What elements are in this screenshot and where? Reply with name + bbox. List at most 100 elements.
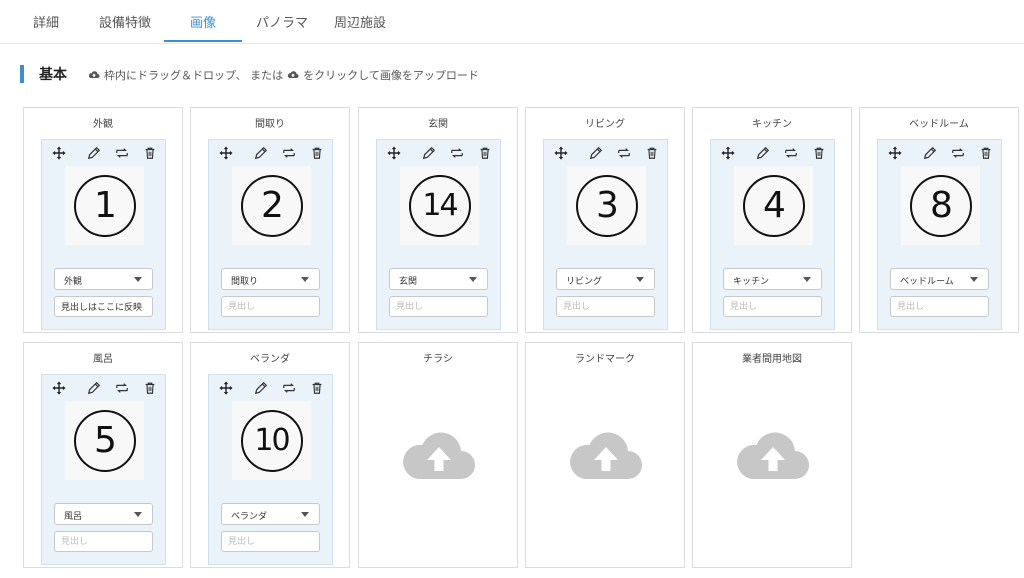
trash-icon[interactable] bbox=[142, 380, 158, 396]
pencil-icon[interactable] bbox=[253, 380, 269, 396]
circled-number: 5 bbox=[73, 409, 136, 472]
card-category-label: ベッドルーム bbox=[909, 119, 969, 130]
heading-input[interactable] bbox=[723, 296, 822, 317]
active-tab-indicator bbox=[164, 40, 242, 42]
category-select[interactable]: ベッドルーム bbox=[890, 268, 989, 290]
heading-input[interactable] bbox=[389, 296, 488, 317]
trash-icon[interactable] bbox=[644, 145, 660, 161]
image-card: 風呂 5 風呂 bbox=[23, 342, 183, 568]
heading-input[interactable] bbox=[54, 296, 153, 317]
image-thumbnail[interactable]: 3 bbox=[567, 166, 646, 245]
cloud-upload-icon bbox=[88, 71, 100, 78]
image-slot: 3 リビング bbox=[543, 139, 668, 330]
category-select-value: 外観 bbox=[64, 277, 83, 287]
trash-icon[interactable] bbox=[309, 145, 325, 161]
empty-image-card[interactable]: ランドマーク bbox=[525, 342, 685, 568]
cloud-upload-icon[interactable] bbox=[403, 431, 475, 481]
chevron-down-icon bbox=[301, 277, 309, 282]
circled-number: 14 bbox=[408, 174, 471, 237]
swap-icon[interactable] bbox=[114, 145, 130, 161]
category-select[interactable]: 風呂 bbox=[54, 503, 153, 525]
chevron-down-icon bbox=[301, 512, 309, 517]
pencil-icon[interactable] bbox=[755, 145, 771, 161]
trash-icon[interactable] bbox=[309, 380, 325, 396]
swap-icon[interactable] bbox=[950, 145, 966, 161]
circled-number: 1 bbox=[73, 174, 136, 237]
swap-icon[interactable] bbox=[783, 145, 799, 161]
heading-input[interactable] bbox=[556, 296, 655, 317]
pencil-icon[interactable] bbox=[253, 145, 269, 161]
category-select[interactable]: 外観 bbox=[54, 268, 153, 290]
empty-image-card[interactable]: チラシ bbox=[358, 342, 518, 568]
category-select[interactable]: 玄関 bbox=[389, 268, 488, 290]
tab-bar: 詳細 設備特徴 画像 パノラマ 周辺施設 bbox=[0, 0, 1024, 44]
swap-icon[interactable] bbox=[449, 145, 465, 161]
card-category-label: ランドマーク bbox=[575, 354, 635, 365]
pencil-icon[interactable] bbox=[588, 145, 604, 161]
trash-icon[interactable] bbox=[142, 145, 158, 161]
card-category-label: 風呂 bbox=[93, 354, 113, 365]
image-thumbnail[interactable]: 14 bbox=[400, 166, 479, 245]
category-select[interactable]: 間取り bbox=[221, 268, 320, 290]
image-toolbar bbox=[209, 145, 332, 161]
heading-input[interactable] bbox=[221, 531, 320, 552]
chevron-down-icon bbox=[134, 277, 142, 282]
cloud-upload-icon[interactable] bbox=[737, 431, 809, 481]
image-card: ベッドルーム 8 ベッドルーム bbox=[859, 107, 1019, 333]
move-arrows-icon[interactable] bbox=[218, 380, 234, 396]
chevron-down-icon bbox=[970, 277, 978, 282]
move-arrows-icon[interactable] bbox=[51, 380, 67, 396]
upload-hint: 枠内にドラッグ＆ドロップ、 または をクリックして画像をアップロード bbox=[88, 67, 479, 83]
image-slot: 4 キッチン bbox=[710, 139, 835, 330]
section-title: 基本 bbox=[39, 67, 67, 83]
tab-panorama[interactable]: パノラマ bbox=[256, 12, 308, 44]
pencil-icon[interactable] bbox=[86, 380, 102, 396]
image-thumbnail[interactable]: 8 bbox=[901, 166, 980, 245]
image-thumbnail[interactable]: 4 bbox=[734, 166, 813, 245]
pencil-icon[interactable] bbox=[421, 145, 437, 161]
image-thumbnail[interactable]: 1 bbox=[65, 166, 144, 245]
card-category-label: 業者間用地図 bbox=[742, 354, 802, 365]
image-thumbnail[interactable]: 10 bbox=[232, 401, 311, 480]
category-select-value: キッチン bbox=[733, 277, 770, 287]
move-arrows-icon[interactable] bbox=[720, 145, 736, 161]
move-arrows-icon[interactable] bbox=[51, 145, 67, 161]
trash-icon[interactable] bbox=[811, 145, 827, 161]
card-category-label: 間取り bbox=[255, 119, 285, 130]
cloud-upload-icon[interactable] bbox=[570, 431, 642, 481]
pencil-icon[interactable] bbox=[86, 145, 102, 161]
move-arrows-icon[interactable] bbox=[887, 145, 903, 161]
tab-details[interactable]: 詳細 bbox=[33, 12, 59, 44]
empty-image-card[interactable]: 業者間用地図 bbox=[692, 342, 852, 568]
trash-icon[interactable] bbox=[978, 145, 994, 161]
category-select[interactable]: キッチン bbox=[723, 268, 822, 290]
category-select-value: ベランダ bbox=[231, 512, 268, 522]
pencil-icon[interactable] bbox=[922, 145, 938, 161]
image-thumbnail[interactable]: 5 bbox=[65, 401, 144, 480]
move-arrows-icon[interactable] bbox=[553, 145, 569, 161]
category-select[interactable]: ベランダ bbox=[221, 503, 320, 525]
tab-nearby-facilities[interactable]: 周辺施設 bbox=[334, 12, 386, 44]
trash-icon[interactable] bbox=[477, 145, 493, 161]
cloud-upload-icon[interactable] bbox=[287, 70, 299, 80]
category-select[interactable]: リビング bbox=[556, 268, 655, 290]
card-category-label: 玄関 bbox=[428, 119, 448, 130]
swap-icon[interactable] bbox=[281, 380, 297, 396]
heading-input[interactable] bbox=[890, 296, 989, 317]
heading-input[interactable] bbox=[221, 296, 320, 317]
image-slot: 8 ベッドルーム bbox=[877, 139, 1002, 330]
move-arrows-icon[interactable] bbox=[386, 145, 402, 161]
tab-equipment-features[interactable]: 設備特徴 bbox=[99, 12, 151, 44]
swap-icon[interactable] bbox=[281, 145, 297, 161]
image-card: リビング 3 リビング bbox=[525, 107, 685, 333]
move-arrows-icon[interactable] bbox=[218, 145, 234, 161]
heading-input[interactable] bbox=[54, 531, 153, 552]
circled-number: 4 bbox=[742, 174, 805, 237]
image-card: 玄関 14 玄関 bbox=[358, 107, 518, 333]
image-thumbnail[interactable]: 2 bbox=[232, 166, 311, 245]
image-slot: 2 間取り bbox=[208, 139, 333, 330]
image-slot: 1 外観 bbox=[41, 139, 166, 330]
swap-icon[interactable] bbox=[616, 145, 632, 161]
swap-icon[interactable] bbox=[114, 380, 130, 396]
image-slot: 5 風呂 bbox=[41, 374, 166, 565]
